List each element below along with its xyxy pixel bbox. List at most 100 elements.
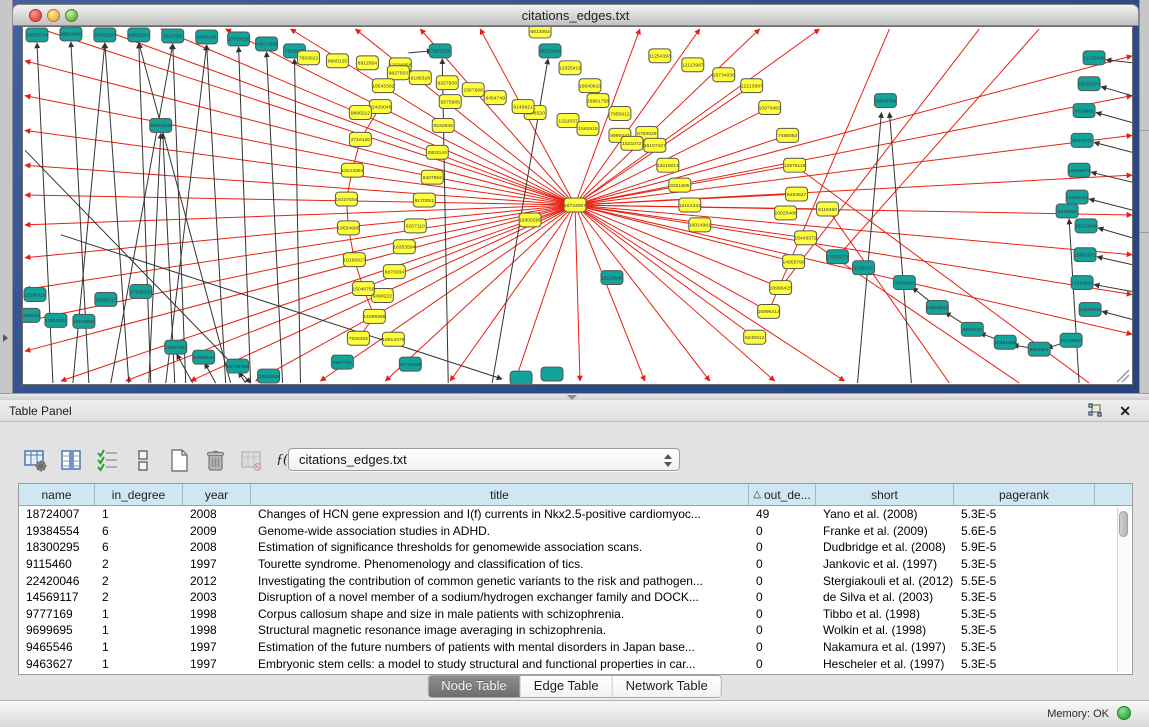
graph-node[interactable]: 16914479 — [382, 332, 404, 346]
graph-node[interactable]: 8878334 — [383, 265, 405, 279]
graph-node[interactable]: 12161342 — [679, 198, 701, 212]
scrollbar-thumb[interactable] — [1119, 511, 1128, 537]
graph-node[interactable]: 12113987 — [682, 58, 704, 72]
graph-node[interactable]: 18508123 — [23, 308, 40, 322]
graph-node[interactable]: 9463627 — [786, 187, 808, 201]
graph-node[interactable]: 15058117 — [95, 293, 117, 307]
graph-node[interactable] — [510, 371, 532, 384]
delete-column-icon[interactable] — [238, 447, 265, 474]
graph-node[interactable]: 2718126 — [349, 132, 371, 146]
column-header-short[interactable]: short — [816, 484, 954, 505]
delete-table-icon[interactable] — [202, 447, 229, 474]
graph-node[interactable]: 9860125 — [326, 54, 348, 68]
graph-node[interactable]: 14099489 — [363, 309, 385, 323]
tab-edge-table[interactable]: Edge Table — [521, 676, 613, 697]
graph-node[interactable]: 18996425 — [770, 281, 792, 295]
graph-node[interactable]: 16353594 — [393, 240, 415, 254]
graph-node[interactable]: 16210645 — [1075, 219, 1097, 233]
graph-node[interactable]: 9457791 — [331, 355, 353, 369]
graph-node[interactable]: 20053346 — [150, 118, 172, 132]
tab-network-table[interactable]: Network Table — [613, 676, 721, 697]
graph-node[interactable]: 15046756 — [352, 282, 374, 296]
graph-node[interactable]: 12156829 — [73, 314, 95, 328]
citation-network-graph[interactable]: 14055724 20691406 16055197 10653287 1527602 9… — [23, 27, 1132, 384]
graph-node[interactable]: 1322037 — [557, 114, 579, 128]
graph-node[interactable]: 9805122 — [961, 322, 983, 336]
table-row[interactable]: 1456911722003Disruption of a novel membe… — [19, 589, 1132, 606]
column-header-title[interactable]: title — [251, 484, 749, 505]
graph-node[interactable]: 12975115 — [784, 158, 806, 172]
table-row[interactable]: 1872400712008Changes of HCN gene express… — [19, 506, 1132, 523]
graph-node[interactable]: 18724007 — [564, 198, 586, 212]
graph-node[interactable]: 16593812 — [926, 300, 948, 314]
graph-node[interactable]: 10025488 — [775, 206, 797, 220]
graph-node[interactable]: 8267110 — [404, 219, 426, 233]
left-collapsed-splitter[interactable] — [0, 0, 13, 393]
graph-node[interactable]: 12166119 — [24, 288, 46, 302]
graph-node[interactable]: 10244516 — [1060, 333, 1082, 347]
network-window-titlebar[interactable]: citations_edges.txt — [12, 4, 1139, 26]
graph-node[interactable]: 14955798 — [783, 255, 805, 269]
graph-node[interactable]: 5675685 — [439, 95, 461, 109]
graph-node[interactable]: 14055724 — [26, 28, 48, 42]
graph-node[interactable]: 15134545 — [601, 271, 623, 285]
column-header-out_de[interactable]: △out_de... — [749, 484, 816, 505]
graph-node[interactable]: 17016514 — [1071, 276, 1093, 290]
graph-node[interactable]: 12325419 — [559, 61, 581, 75]
graph-node[interactable]: 16640910 — [579, 79, 601, 93]
graph-node[interactable]: 16782759 — [227, 359, 249, 373]
graph-node[interactable]: 16014981 — [689, 218, 711, 232]
graph-node[interactable]: 2803144 — [426, 145, 448, 159]
graph-node[interactable]: 8813054 — [529, 27, 551, 38]
canvas-resize-grip[interactable] — [1117, 370, 1129, 382]
graph-node[interactable]: 12923468 — [257, 369, 279, 383]
graph-node[interactable]: 17957253 — [165, 340, 187, 354]
merge-tables-icon[interactable] — [130, 447, 157, 474]
graph-node[interactable]: 9791417 — [853, 261, 875, 275]
table-row[interactable]: 1830029562008Estimation of significance … — [19, 539, 1132, 556]
graph-node[interactable]: 16896413 — [758, 304, 780, 318]
graph-node[interactable]: 9327508 — [436, 76, 458, 90]
graph-node[interactable]: 11254393 — [649, 49, 671, 63]
column-header-pagerank[interactable]: pagerank — [954, 484, 1095, 505]
graph-node[interactable] — [541, 367, 563, 381]
graph-node[interactable]: 1527602 — [162, 29, 184, 43]
panel-splitter[interactable] — [0, 393, 1149, 400]
graph-node[interactable]: 16055197 — [94, 28, 116, 42]
table-vertical-scrollbar[interactable] — [1117, 507, 1130, 672]
graph-node[interactable]: 19166827 — [343, 253, 365, 267]
table-row[interactable]: 2242004622012Investigating the contribut… — [19, 572, 1132, 589]
graph-node[interactable]: 15692971 — [1074, 248, 1096, 262]
graph-node[interactable]: 12444151 — [1066, 190, 1088, 204]
graph-node[interactable]: 17206305 — [130, 285, 152, 299]
graph-node[interactable]: 10973493 — [759, 101, 781, 115]
right-collapsed-splitter[interactable] — [1139, 0, 1149, 393]
table-row[interactable]: 1938455462009Genome-wide association stu… — [19, 523, 1132, 540]
graph-node[interactable]: 12093872 — [1068, 163, 1090, 177]
graph-node[interactable]: 1562615 — [577, 121, 599, 135]
graph-node[interactable]: 15716485 — [399, 357, 421, 371]
graph-node[interactable]: 17537271 — [826, 250, 848, 264]
table-row[interactable]: 977716911998Corpus callosum shape and si… — [19, 606, 1132, 623]
graph-node[interactable]: 15449372 — [795, 231, 817, 245]
graph-node[interactable]: 9896212 — [349, 106, 371, 120]
memory-status-indicator-icon[interactable] — [1117, 706, 1131, 720]
graph-node[interactable]: 10653287 — [128, 28, 150, 42]
graph-node[interactable]: 16961758 — [587, 94, 609, 108]
select-rows-icon[interactable] — [94, 447, 121, 474]
table-row[interactable]: 946554611997Estimation of the future num… — [19, 639, 1132, 656]
graph-node[interactable]: 10719155 — [228, 32, 250, 46]
graph-node[interactable]: 9824501 — [1028, 342, 1050, 356]
column-header-in_degree[interactable]: in_degree — [95, 484, 183, 505]
table-settings-icon[interactable] — [22, 447, 49, 474]
graph-node[interactable]: 14671368 — [255, 37, 277, 51]
graph-node[interactable]: 9827503 — [387, 66, 409, 80]
graph-node[interactable]: 7857224 — [429, 44, 451, 58]
graph-node[interactable]: 12213383 — [341, 163, 363, 177]
graph-node[interactable]: 9227341 — [1071, 133, 1093, 147]
graph-node[interactable]: 16351455 — [994, 335, 1016, 349]
float-panel-button[interactable] — [1087, 403, 1103, 418]
graph-node[interactable]: 19734930 — [713, 68, 735, 82]
graph-node[interactable]: 9215958 — [1056, 204, 1078, 218]
graph-node[interactable]: 20691406 — [60, 27, 82, 41]
